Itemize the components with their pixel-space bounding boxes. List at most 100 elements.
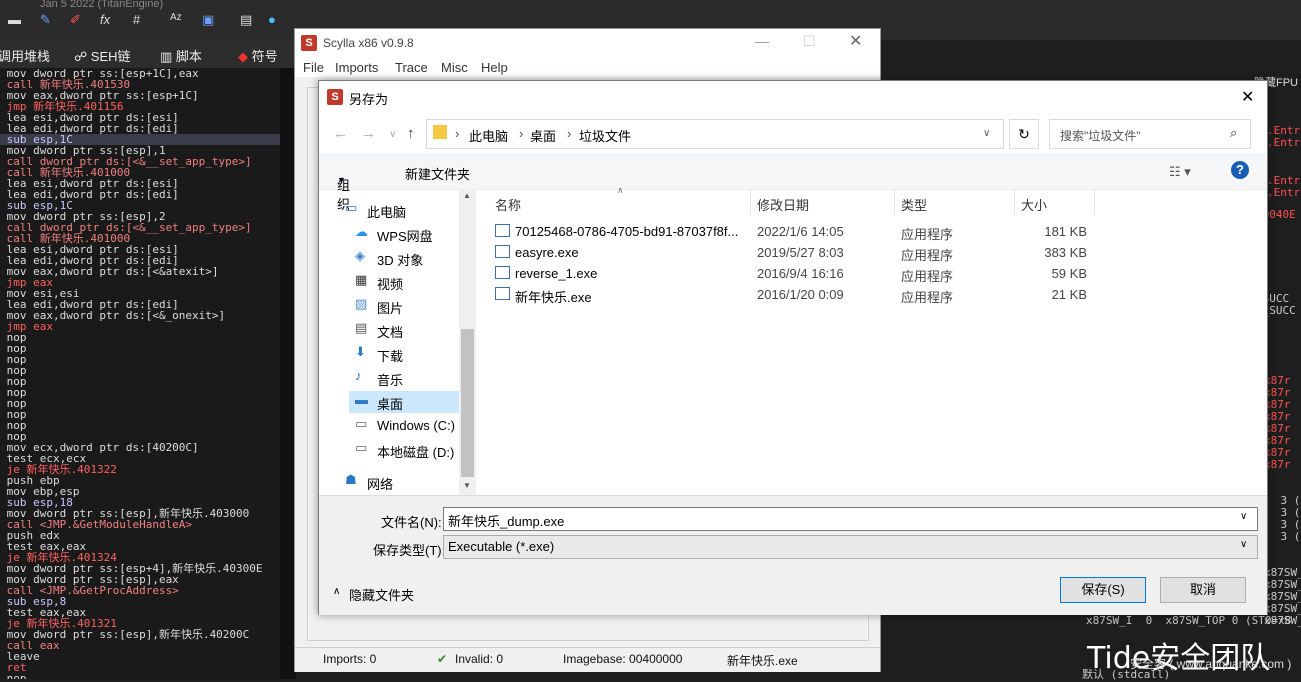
menu-file[interactable]: File [303,60,324,75]
history-chevron-icon[interactable]: ∨ [389,129,396,140]
address-dropdown-icon[interactable]: ∨ [983,128,990,139]
refresh-icon[interactable]: ↻ [1009,119,1039,149]
menu-misc[interactable]: Misc [441,60,468,75]
column-name[interactable]: 名称 [495,195,521,214]
column-date[interactable]: 修改日期 [757,195,809,214]
tab-script-label: 脚本 [175,49,202,64]
toolbar-fx-icon[interactable]: fx [100,12,110,27]
tree-item-label: 图片 [377,301,404,316]
save-button[interactable]: 保存(S) [1060,577,1146,603]
debugger-tabs: 调用堆栈 ☍ SEH链 ▥ 脚本 ◆ 符号 [0,40,300,69]
asm-line[interactable]: jmp eax [0,321,280,332]
asm-line[interactable]: nop [0,365,280,376]
menu-trace[interactable]: Trace [395,60,428,75]
forward-icon[interactable]: → [361,125,376,142]
hide-folders-toggle[interactable]: 隐藏文件夹 [349,585,414,604]
search-input[interactable]: 搜索"垃圾文件" ⌕ [1049,119,1251,149]
tree-item[interactable]: ♪ 音乐 [349,367,459,389]
tree-item[interactable]: ▭ 本地磁盘 (D:) [349,439,459,461]
column-type[interactable]: 类型 [901,195,927,214]
menu-imports[interactable]: Imports [335,60,378,75]
file-row[interactable]: 新年快乐.exe 2016/1/20 0:09 应用程序 21 KB [495,284,1235,305]
asm-line[interactable]: ret [0,662,280,673]
tree-item[interactable]: ▭ Windows (C:) [349,415,459,437]
tree-item-label: 3D 对象 [377,253,424,268]
tree-item[interactable]: ⬇ 下载 [349,343,459,365]
disassembly-pane[interactable]: mov dword ptr ss:[esp+1C],eax call 新年快乐.… [0,68,280,679]
breadcrumb-desktop[interactable]: 桌面 [530,126,556,145]
tree-scrollbar[interactable]: ▲ ▼ [459,189,476,495]
file-type: 应用程序 [901,290,954,305]
scroll-down-icon[interactable]: ▼ [463,481,471,490]
tab-script[interactable]: ▥ 脚本 [160,46,202,65]
music-icon: ♪ [355,368,362,383]
collapse-chevron-icon[interactable]: ∧ [333,586,340,597]
tab-seh-chain[interactable]: ☍ SEH链 [74,46,131,65]
toolbar-globe-icon[interactable]: ● [268,12,276,27]
cancel-button[interactable]: 取消 [1160,577,1246,603]
tree-item[interactable]: ☗ 网络 [339,471,459,493]
asm-line[interactable]: nop [0,398,280,409]
toolbar-font-icon[interactable]: Az [170,12,182,23]
filetype-select[interactable]: Executable (*.exe) ∨ [443,535,1258,559]
asm-line[interactable]: leave [0,651,280,662]
tab-call-stack[interactable]: 调用堆栈 [0,46,50,65]
asm-line[interactable]: nop [0,332,280,343]
asm-line[interactable]: nop [0,343,280,354]
tree-item[interactable]: ☁ WPS网盘 [349,223,459,245]
column-size[interactable]: 大小 [1021,195,1047,214]
tree-item[interactable]: ▦ 视频 [349,271,459,293]
file-row[interactable]: reverse_1.exe 2016/9/4 16:16 应用程序 59 KB [495,263,1235,284]
tab-symbols-label: 符号 [251,49,278,64]
seh-icon: ☍ [74,49,91,64]
file-row[interactable]: 70125468-0786-4705-bd91-87037f8f... 2022/… [495,221,1235,242]
toolbar-calculator-icon[interactable]: ▤ [240,12,252,28]
download-icon: ⬇ [355,344,366,359]
address-bar[interactable]: › 此电脑 › 桌面 › 垃圾文件 ∨ [426,119,1004,149]
toolbar-hash-icon[interactable]: # [133,12,140,27]
asm-line[interactable]: nop [0,673,280,679]
toolbar-edit-icon[interactable]: ✎ [40,12,51,28]
folder-icon [433,125,447,139]
tree-item-label: 本地磁盘 (D:) [377,445,455,460]
up-icon[interactable]: ↑ [407,125,415,142]
tree-item[interactable]: ▭ 此电脑 [339,199,459,221]
asm-line[interactable]: call eax [0,640,280,651]
filetype-dropdown-icon[interactable]: ∨ [1240,539,1247,550]
maximize-icon[interactable]: ☐ [803,33,816,50]
scylla-title: Scylla x86 v0.9.8 [323,36,414,50]
file-date: 2016/1/20 0:09 [757,287,844,302]
help-icon[interactable]: ? [1231,161,1249,179]
asm-line[interactable]: nop [0,387,280,398]
breadcrumb-this-pc[interactable]: 此电脑 [469,126,508,145]
breadcrumb-trash-folder[interactable]: 垃圾文件 [579,126,631,145]
tree-item[interactable]: ▤ 文档 [349,319,459,341]
menu-help[interactable]: Help [481,60,508,75]
tab-seh-label: SEH链 [90,49,131,64]
close-icon[interactable]: ✕ [849,31,862,51]
check-icon: ✔ [437,652,448,666]
toolbar-eraser-icon[interactable]: ✐ [70,12,81,28]
asm-line[interactable]: nop [0,376,280,387]
dialog-bottom: 文件名(N): 新年快乐_dump.exe ∨ 保存类型(T): Executa… [319,495,1267,615]
asm-line[interactable]: nop [0,420,280,431]
view-options-icon[interactable]: ☷ ▾ [1169,164,1191,180]
tree-item[interactable]: ▨ 图片 [349,295,459,317]
asm-line[interactable]: nop [0,409,280,420]
save-as-dialog: S 另存为 ✕ ← → ∨ ↑ › 此电脑 › 桌面 › 垃圾文件 ∨ ↻ 搜索… [318,80,1268,615]
toolbar-module-icon[interactable]: ▣ [202,12,214,28]
scroll-up-icon[interactable]: ▲ [463,191,471,200]
file-row[interactable]: easyre.exe 2019/5/27 8:03 应用程序 383 KB [495,242,1235,263]
tab-symbols[interactable]: ◆ 符号 [238,46,278,65]
back-icon[interactable]: ← [333,125,348,142]
tree-item[interactable]: ◈ 3D 对象 [349,247,459,269]
tree-item[interactable]: ▬ 桌面 [349,391,459,413]
asm-line[interactable]: nop [0,354,280,365]
filename-dropdown-icon[interactable]: ∨ [1240,511,1247,522]
new-folder-button[interactable]: 新建文件夹 [405,164,470,183]
filename-input[interactable]: 新年快乐_dump.exe ∨ [443,507,1258,531]
dialog-close-icon[interactable]: ✕ [1241,87,1254,107]
toolbar-folder-icon[interactable]: ▬ [8,12,21,27]
minimize-icon[interactable]: — [755,33,769,49]
scroll-thumb[interactable] [461,329,474,477]
